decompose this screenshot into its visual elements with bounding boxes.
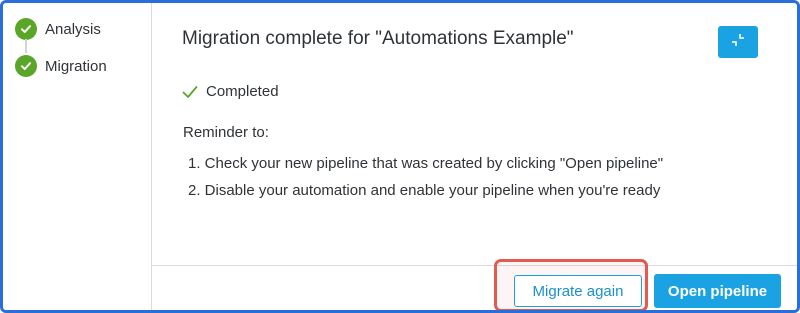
reminder-list: 1. Check your new pipeline that was crea… [188, 153, 663, 207]
page-title: Migration complete for "Automations Exam… [182, 28, 574, 49]
step-label: Migration [45, 57, 107, 75]
stepper-sidebar: Analysis Migration [3, 3, 152, 310]
open-pipeline-button[interactable]: Open pipeline [654, 274, 781, 308]
step-analysis: Analysis [15, 18, 101, 40]
status-row: Completed [182, 83, 279, 100]
collapse-button[interactable] [718, 26, 758, 58]
step-label: Analysis [45, 20, 101, 38]
migration-dialog: Analysis Migration Migration complete fo… [0, 0, 800, 313]
check-circle-icon [15, 18, 37, 40]
reminder-heading: Reminder to: [183, 124, 269, 141]
step-migration: Migration [15, 55, 107, 77]
footer-divider [152, 265, 797, 266]
check-circle-icon [15, 55, 37, 77]
main-panel: Migration complete for "Automations Exam… [152, 3, 797, 310]
list-item: 1. Check your new pipeline that was crea… [188, 155, 664, 172]
list-item: 2. Disable your automation and enable yo… [188, 182, 661, 199]
step-connector [25, 39, 27, 53]
status-text: Completed [206, 83, 279, 100]
checkmark-icon [182, 85, 198, 99]
migrate-again-button[interactable]: Migrate again [514, 275, 642, 307]
collapse-icon [730, 32, 746, 53]
